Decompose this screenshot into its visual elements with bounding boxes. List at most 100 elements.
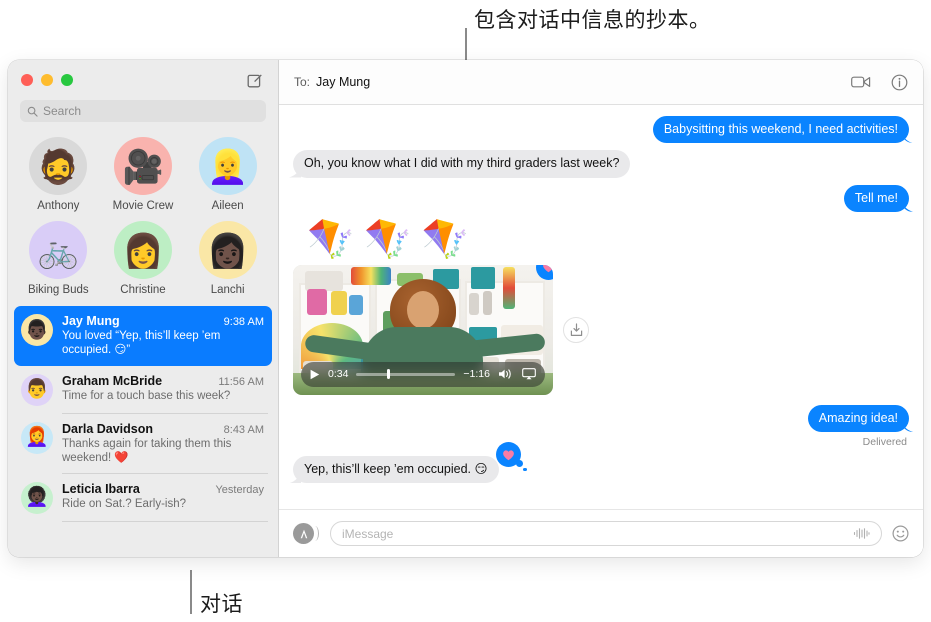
- message-bubble-incoming[interactable]: Oh, you know what I did with my third gr…: [293, 150, 631, 178]
- window-titlebar: [8, 60, 278, 100]
- pinned-item-label: Lanchi: [210, 284, 245, 296]
- conversation-body: Darla Davidson 8:43 AM Thanks again for …: [62, 422, 264, 466]
- heart-icon: [502, 449, 514, 460]
- conversation-preview: Ride on Sat.? Early-ish?: [62, 497, 187, 510]
- zoom-button[interactable]: [61, 74, 73, 86]
- video-scrubber[interactable]: [356, 369, 456, 380]
- pinned-item-anthony[interactable]: 🧔 Anthony: [16, 137, 101, 212]
- pinned-item-lanchi[interactable]: 👩🏿 Lanchi: [185, 221, 270, 296]
- annotation-conversations-leader-line: [190, 570, 192, 614]
- imessage-placeholder: iMessage: [342, 526, 394, 541]
- conversation-header-row: Darla Davidson 8:43 AM: [62, 422, 264, 436]
- message-row: Babysitting this weekend, I need activit…: [293, 116, 909, 144]
- audio-waveform-icon[interactable]: [853, 527, 870, 540]
- sticker-kites[interactable]: 🪁🪁🪁: [307, 221, 909, 259]
- conversation-row-darla-davidson[interactable]: 👩‍🦰 Darla Davidson 8:43 AM Thanks again …: [14, 414, 272, 474]
- app-store-icon[interactable]: [293, 523, 319, 544]
- search-input[interactable]: Search: [20, 100, 266, 122]
- conversation-header-row: Graham McBride 11:56 AM: [62, 374, 264, 388]
- recipient-name[interactable]: Jay Mung: [316, 75, 370, 89]
- sidebar: Search 🧔 Anthony 🎥 Movie Crew 👱‍♀️ Ailee…: [8, 60, 279, 557]
- conversation-name: Darla Davidson: [62, 421, 154, 436]
- minimize-button[interactable]: [41, 74, 53, 86]
- play-icon[interactable]: [310, 369, 320, 380]
- video-elapsed-time: 0:34: [328, 368, 349, 381]
- pinned-item-aileen[interactable]: 👱‍♀️ Aileen: [185, 137, 270, 212]
- conversation-name: Jay Mung: [62, 314, 120, 328]
- chat-pane: To: Jay Mung Babysitting this weekend, I…: [279, 60, 923, 557]
- conversation-header-row: Jay Mung 9:38 AM: [62, 314, 264, 328]
- video-attachment[interactable]: 0:34 −1:16: [293, 264, 553, 395]
- traffic-light-buttons: [21, 74, 73, 86]
- conversation-time: 11:56 AM: [218, 375, 264, 388]
- message-transcript: Babysitting this weekend, I need activit…: [279, 105, 923, 509]
- airplay-icon[interactable]: [522, 368, 536, 380]
- annotation-transcript-label: 包含对话中信息的抄本。: [474, 8, 711, 32]
- search-container: Search: [8, 100, 278, 131]
- video-scrubber-knob[interactable]: [387, 369, 391, 380]
- message-row: Oh, you know what I did with my third gr…: [293, 150, 909, 178]
- avatar: 👨🏿: [21, 314, 53, 346]
- pinned-item-biking-buds[interactable]: 🚲 Biking Buds: [16, 221, 101, 296]
- conversation-preview: Thanks again for taking them this weeken…: [62, 437, 232, 465]
- pinned-item-label: Aileen: [211, 200, 244, 212]
- delivery-status: Delivered: [862, 436, 907, 448]
- compose-bar: iMessage: [279, 509, 923, 557]
- screenshot-root: 包含对话中信息的抄本。 对话 Search 🧔 Anthony 🎥 Movie …: [0, 0, 931, 622]
- avatar: 👩‍🦰: [21, 421, 53, 454]
- message-row: Amazing idea!: [293, 404, 909, 432]
- video-remaining-time: −1:16: [463, 368, 490, 381]
- conversation-row-graham-mcbride[interactable]: 👨 Graham McBride 11:56 AM Time for a tou…: [14, 366, 272, 414]
- conversation-row-leticia-ibarra[interactable]: 👩🏿‍🦱 Leticia Ibarra Yesterday Ride on Sa…: [14, 474, 272, 522]
- download-icon[interactable]: [563, 316, 589, 343]
- annotation-conversations-label: 对话: [200, 592, 243, 616]
- compose-icon[interactable]: [245, 70, 265, 90]
- divider: [62, 521, 268, 522]
- conversation-name: Leticia Ibarra: [62, 481, 140, 496]
- pinned-item-label: Anthony: [37, 200, 80, 212]
- volume-icon[interactable]: [498, 368, 514, 380]
- avatar: 🚲: [29, 221, 88, 279]
- conversation-header-row: Leticia Ibarra Yesterday: [62, 482, 264, 496]
- imessage-input[interactable]: iMessage: [330, 521, 882, 546]
- pinned-item-label: Biking Buds: [27, 284, 89, 296]
- avatar: 👱‍♀️: [198, 137, 257, 195]
- avatar: 👨: [21, 373, 53, 406]
- conversation-body: Leticia Ibarra Yesterday Ride on Sat.? E…: [62, 482, 264, 514]
- avatar: 👩: [113, 221, 172, 279]
- pinned-item-christine[interactable]: 👩 Christine: [101, 221, 186, 296]
- pinned-item-movie-crew[interactable]: 🎥 Movie Crew: [101, 137, 186, 212]
- close-button[interactable]: [21, 74, 33, 86]
- message-bubble-incoming[interactable]: Yep, this’ll keep ’em occupied. 😏: [293, 442, 527, 484]
- pinned-item-label: Movie Crew: [112, 200, 174, 212]
- message-bubble-outgoing[interactable]: Amazing idea!: [807, 404, 909, 432]
- message-row: Yep, this’ll keep ’em occupied. 😏: [293, 442, 909, 484]
- conversation-preview: You loved “Yep, this’ll keep ’em occupie…: [62, 330, 221, 357]
- conversation-time: 8:43 AM: [223, 423, 264, 436]
- info-icon[interactable]: [891, 74, 908, 91]
- avatar: 👩🏿‍🦱: [21, 481, 53, 514]
- tapback-heart-badge[interactable]: [495, 442, 527, 471]
- search-icon: [27, 106, 38, 117]
- conversation-preview: Time for a touch base this week?: [62, 389, 231, 402]
- conversation-time: 9:38 AM: [223, 316, 264, 328]
- conversation-time: Yesterday: [215, 483, 264, 496]
- chat-header: To: Jay Mung: [279, 60, 923, 105]
- avatar: 🧔: [29, 137, 88, 195]
- message-bubble-outgoing[interactable]: Babysitting this weekend, I need activit…: [652, 116, 909, 144]
- emoji-smiley-icon[interactable]: [892, 525, 909, 542]
- to-label: To:: [294, 75, 311, 89]
- message-bubble-outgoing[interactable]: Tell me!: [843, 184, 909, 212]
- video-player-controls: 0:34 −1:16: [301, 361, 545, 387]
- pinned-conversations: 🧔 Anthony 🎥 Movie Crew 👱‍♀️ Aileen 🚲 Bik…: [8, 131, 278, 306]
- conversation-row-jay-mung[interactable]: 👨🏿 Jay Mung 9:38 AM You loved “Yep, this…: [14, 306, 272, 366]
- message-text: Yep, this’ll keep ’em occupied. 😏: [304, 462, 488, 476]
- messages-window: Search 🧔 Anthony 🎥 Movie Crew 👱‍♀️ Ailee…: [8, 60, 923, 557]
- heart-icon: [543, 264, 553, 273]
- video-camera-icon[interactable]: [851, 75, 871, 89]
- avatar: 🎥: [113, 137, 172, 195]
- message-row: Tell me!: [293, 184, 909, 212]
- avatar: 👩🏿: [198, 221, 257, 279]
- header-actions: [851, 74, 908, 91]
- pinned-item-label: Christine: [120, 284, 166, 296]
